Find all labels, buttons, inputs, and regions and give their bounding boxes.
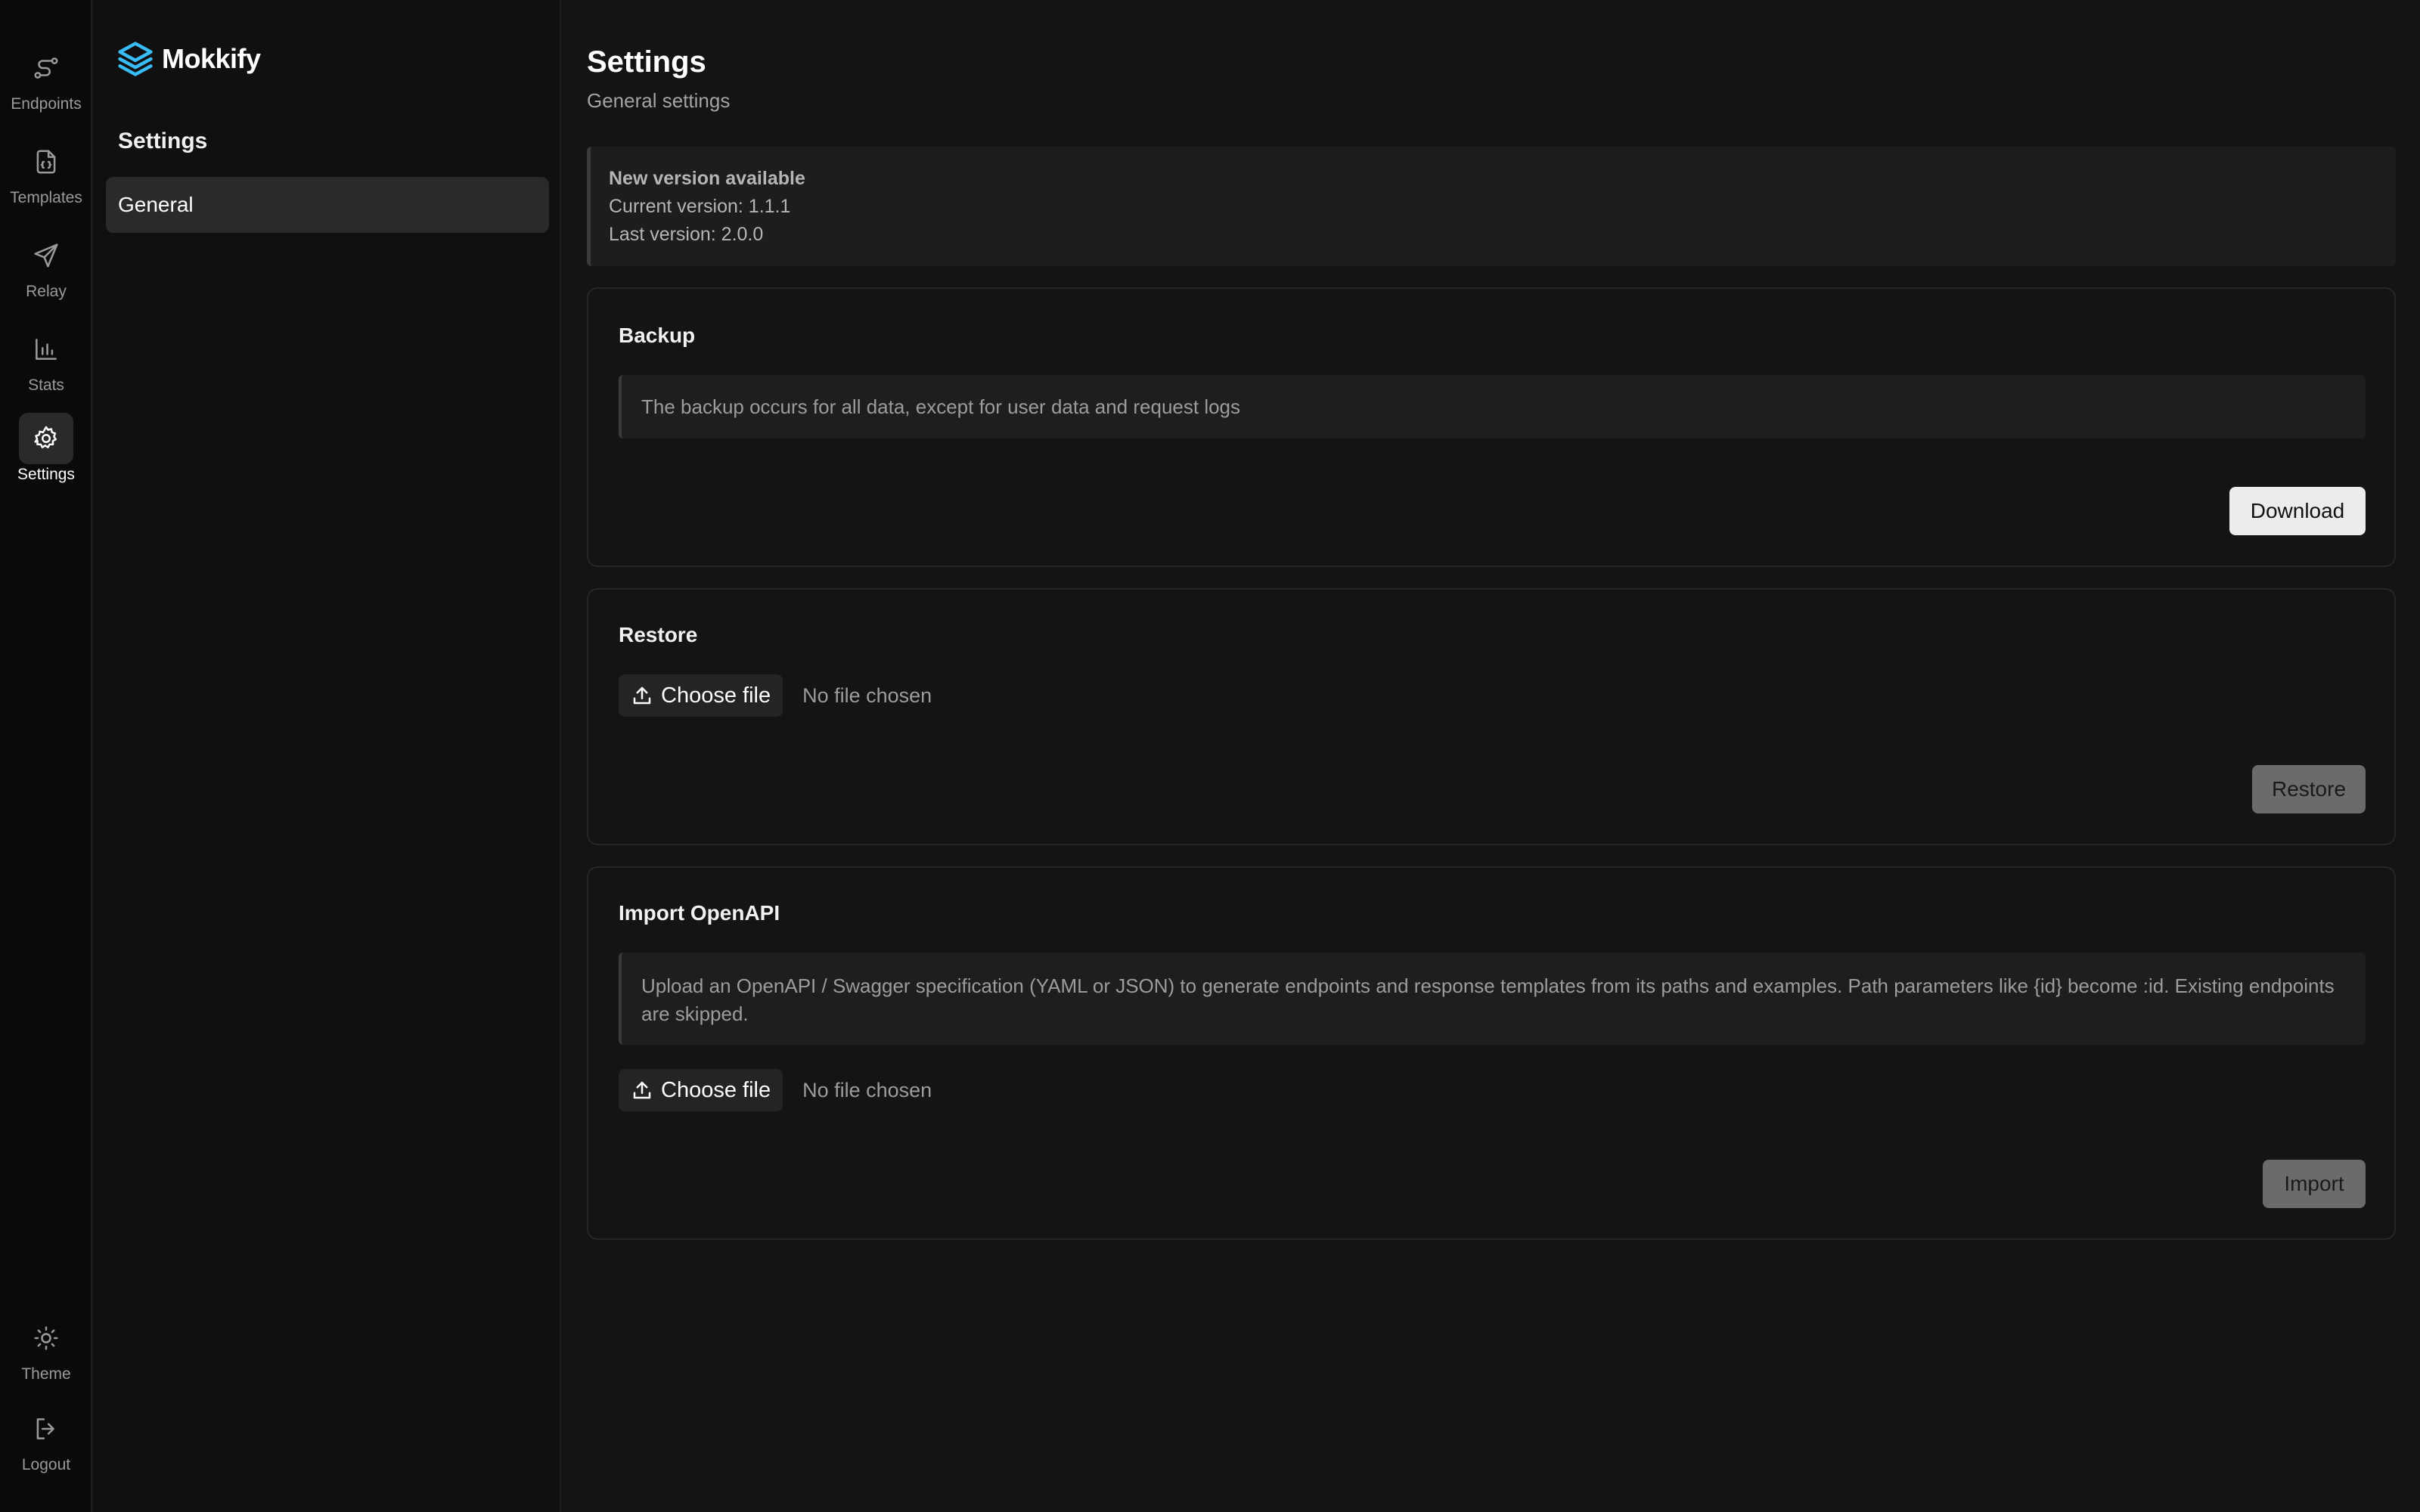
restore-title: Restore <box>619 623 698 646</box>
import-button[interactable]: Import <box>2263 1160 2366 1208</box>
sidebar-item-general[interactable]: General <box>106 177 549 233</box>
rail-item-relay[interactable]: Relay <box>0 230 92 313</box>
page-title: Settings <box>587 45 706 79</box>
rail-item-templates[interactable]: Templates <box>0 136 92 219</box>
import-openapi-info-text: Upload an OpenAPI / Swagger specificatio… <box>641 974 2335 1025</box>
rail-label-settings: Settings <box>17 466 75 483</box>
backup-info: The backup occurs for all data, except f… <box>619 375 2366 438</box>
send-icon <box>19 230 73 281</box>
current-version: Current version: 1.1.1 <box>609 196 791 217</box>
download-button[interactable]: Download <box>2229 487 2366 535</box>
restore-button[interactable]: Restore <box>2252 765 2366 813</box>
main-content: Settings General settings New version av… <box>563 0 2420 1512</box>
rail-item-endpoints[interactable]: Endpoints <box>0 42 92 125</box>
restore-choose-file-button[interactable]: Choose file <box>619 674 783 717</box>
layers-logo-icon <box>118 42 153 76</box>
brand-name: Mokkify <box>162 43 261 74</box>
icon-rail: Endpoints Templates Relay Stats Settings… <box>0 0 92 1512</box>
restore-file-input: Choose file No file chosen <box>619 674 932 717</box>
theme-label: Theme <box>21 1365 71 1383</box>
logout-button[interactable]: Logout <box>0 1403 92 1486</box>
import-openapi-card: Import OpenAPI Upload an OpenAPI / Swagg… <box>587 866 2396 1240</box>
logout-label: Logout <box>21 1456 71 1473</box>
rail-item-stats[interactable]: Stats <box>0 324 92 407</box>
gear-icon <box>19 413 73 464</box>
rail-item-settings[interactable]: Settings <box>0 413 92 496</box>
import-choose-file-label: Choose file <box>661 1077 771 1102</box>
import-no-file-text: No file chosen <box>802 1078 932 1101</box>
update-notice-title: New version available <box>609 168 805 189</box>
backup-card: Backup The backup occurs for all data, e… <box>587 287 2396 567</box>
rail-label-stats: Stats <box>28 376 64 394</box>
app-window: Endpoints Templates Relay Stats Settings… <box>0 0 2420 1512</box>
backup-title: Backup <box>619 324 696 347</box>
upload-icon <box>633 1081 651 1099</box>
file-braces-icon <box>19 136 73 187</box>
sidebar-title: Settings <box>118 129 208 153</box>
import-file-input: Choose file No file chosen <box>619 1069 932 1111</box>
backup-info-text: The backup occurs for all data, except f… <box>641 395 1241 418</box>
route-icon <box>19 42 73 94</box>
settings-sidebar: Mokkify Settings General <box>94 0 561 1512</box>
rail-label-relay: Relay <box>26 283 67 300</box>
restore-no-file-text: No file chosen <box>802 683 932 707</box>
logout-icon <box>19 1403 73 1455</box>
theme-toggle[interactable]: Theme <box>0 1312 92 1396</box>
import-openapi-info: Upload an OpenAPI / Swagger specificatio… <box>619 953 2366 1045</box>
rail-label-endpoints: Endpoints <box>11 95 82 113</box>
update-notice: New version available Current version: 1… <box>587 147 2396 266</box>
rail-label-templates: Templates <box>10 189 82 206</box>
restore-choose-file-label: Choose file <box>661 683 771 708</box>
restore-card: Restore Choose file No file chosen Resto… <box>587 588 2396 845</box>
sun-icon <box>19 1312 73 1364</box>
bar-chart-icon <box>19 324 73 375</box>
last-version: Last version: 2.0.0 <box>609 224 764 245</box>
brand-logo[interactable]: Mokkify <box>115 39 261 79</box>
page-subtitle: General settings <box>587 89 731 112</box>
import-choose-file-button[interactable]: Choose file <box>619 1069 783 1111</box>
import-openapi-title: Import OpenAPI <box>619 901 780 925</box>
upload-icon <box>633 686 651 705</box>
